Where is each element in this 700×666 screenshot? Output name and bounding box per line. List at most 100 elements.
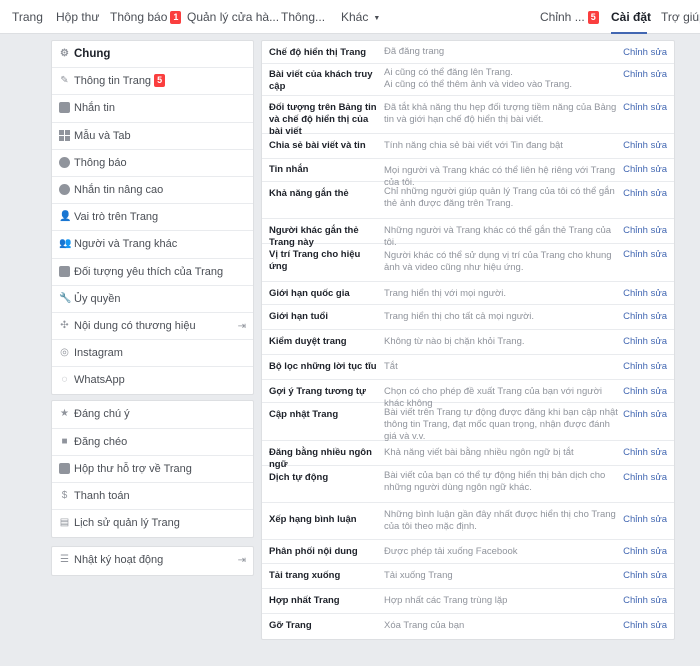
setting-value: Trang hiển thị với mọi người.: [384, 288, 506, 299]
setting-name: Cập nhật Trang: [269, 409, 339, 420]
nav-tab-settings-label: Cài đặt: [611, 10, 652, 24]
setting-name: Chế độ hiển thị Trang: [269, 47, 367, 58]
edit-link[interactable]: Chỉnh sửa: [623, 472, 667, 484]
settings-row[interactable]: Bộ lọc những lời tục tĩu Tắt Chỉnh sửa: [262, 355, 674, 380]
edit-link[interactable]: Chỉnh sửa: [623, 188, 667, 200]
settings-row[interactable]: Kiểm duyệt trang Không từ nào bị chặn khỏ…: [262, 330, 674, 355]
settings-row[interactable]: Chế độ hiển thị Trang Đã đăng trang Chỉnh …: [262, 41, 674, 64]
edit-link[interactable]: Chỉnh sửa: [623, 546, 667, 558]
nav-tab-notifications-label: Thông báo: [110, 10, 168, 24]
whatsapp-icon: ◌: [61, 374, 68, 386]
audience-icon: [59, 265, 70, 277]
sidebar-item-label: Người và Trang khác: [74, 238, 178, 251]
pencil-icon: ✎: [60, 75, 69, 87]
sidebar-item-branded-content[interactable]: ✣ Nội dung có thương hiệu ⇥: [52, 313, 253, 341]
setting-value: Hợp nhất các Trang trùng lặp: [384, 595, 508, 606]
edit-link[interactable]: Chỉnh sửa: [623, 361, 667, 373]
list-icon: ☰: [60, 554, 69, 566]
instagram-icon: ◎: [60, 347, 69, 359]
sidebar-item-general[interactable]: ⚙ Chung: [52, 41, 253, 69]
globe-icon: [59, 156, 70, 168]
sidebar-item-page-info[interactable]: ✎ Thông tin Trang 5: [52, 68, 253, 96]
edit-link[interactable]: Chỉnh sửa: [623, 225, 667, 237]
edit-link[interactable]: Chỉnh sửa: [623, 47, 667, 59]
nav-tab-help[interactable]: Trợ giúp: [661, 0, 700, 34]
nav-tab-shop[interactable]: Quản lý cửa hà...: [187, 0, 279, 34]
messenger-icon: [59, 183, 70, 195]
setting-name: Chia sẻ bài viết và tin: [269, 140, 366, 151]
settings-row[interactable]: Đăng bằng nhiều ngôn ngữ Khả năng viết bà…: [262, 441, 674, 470]
setting-name: Gỡ Trang: [269, 620, 312, 631]
sidebar-item-templates-tabs[interactable]: Mẫu và Tab: [52, 123, 253, 150]
edit-link[interactable]: Chỉnh sửa: [623, 102, 667, 114]
edit-link[interactable]: Chỉnh sửa: [623, 386, 667, 398]
sidebar-item-authorizations[interactable]: 🔧 Ủy quyền: [52, 286, 253, 313]
setting-name: Phân phối nội dung: [269, 546, 358, 557]
settings-row[interactable]: Tải trang xuống Tải xuống Trang Chỉnh sửa: [262, 564, 674, 589]
settings-row[interactable]: Tin nhắn Mọi người và Trang khác có thể l…: [262, 159, 674, 188]
edit-link[interactable]: Chỉnh sửa: [623, 336, 667, 348]
sidebar-item-payments[interactable]: $ Thanh toán: [52, 483, 253, 511]
settings-row[interactable]: Xếp hạng bình luận Những bình luận gần đâ…: [262, 503, 674, 540]
sidebar-item-label: Lịch sử quản lý Trang: [74, 517, 180, 530]
edit-link[interactable]: Chỉnh sửa: [623, 514, 667, 526]
nav-tab-settings[interactable]: Cài đặt: [611, 0, 651, 34]
settings-row[interactable]: Hợp nhất Trang Hợp nhất các Trang trùng l…: [262, 589, 674, 614]
sidebar-item-crossposting[interactable]: ■ Đăng chéo: [52, 429, 253, 456]
setting-value: Đã đăng trang: [384, 46, 445, 57]
settings-row[interactable]: Khả năng gắn thẻ Chỉ những người giúp quả…: [262, 182, 674, 219]
setting-value: Chỉ những người giúp quản lý Trang của t…: [384, 186, 615, 209]
settings-row[interactable]: Dịch tự động Bài viết của bạn có thể tự đ…: [262, 466, 674, 503]
edit-link[interactable]: Chỉnh sửa: [623, 409, 667, 421]
people-icon: 👥: [59, 238, 72, 250]
nav-tab-more[interactable]: Khác ▼: [341, 0, 380, 34]
nav-tab-page[interactable]: Trang: [12, 0, 43, 34]
nav-tab-notifications[interactable]: Thông báo 1: [110, 0, 182, 34]
sidebar-item-featured[interactable]: ★ Đáng chú ý: [52, 401, 253, 429]
sidebar-item-people-other-pages[interactable]: 👥 Người và Trang khác: [52, 231, 253, 259]
sidebar-item-label: Instagram: [74, 347, 123, 360]
edit-link[interactable]: Chỉnh sửa: [623, 249, 667, 261]
sidebar-item-instagram[interactable]: ◎ Instagram: [52, 340, 253, 368]
sidebar-item-notifications[interactable]: Thông báo: [52, 150, 253, 177]
settings-row[interactable]: Gỡ Trang Xóa Trang của bạn Chỉnh sửa: [262, 614, 674, 639]
nav-tab-inbox[interactable]: Hộp thư: [56, 0, 99, 34]
edit-link[interactable]: Chỉnh sửa: [623, 69, 667, 81]
settings-row[interactable]: Phân phối nội dung Được phép tải xuống Fa…: [262, 540, 674, 564]
wrench-icon: 🔧: [59, 292, 72, 304]
sidebar-item-page-roles[interactable]: 👤 Vai trò trên Trang: [52, 204, 253, 232]
settings-row[interactable]: Đối tượng trên Bảng tin và chế độ hiển t…: [262, 96, 674, 137]
edit-link[interactable]: Chỉnh sửa: [623, 311, 667, 323]
edit-link[interactable]: Chỉnh sửa: [623, 164, 667, 176]
edit-link[interactable]: Chỉnh sửa: [623, 595, 667, 607]
sidebar-item-messaging[interactable]: Nhắn tin: [52, 95, 253, 123]
edit-link[interactable]: Chỉnh sửa: [623, 288, 667, 300]
edit-link[interactable]: Chỉnh sửa: [623, 447, 667, 459]
sidebar-item-whatsapp[interactable]: ◌ WhatsApp: [52, 367, 253, 394]
edit-link[interactable]: Chỉnh sửa: [623, 620, 667, 632]
sidebar-item-advanced-messaging[interactable]: Nhắn tin nâng cao: [52, 177, 253, 205]
setting-name: Khả năng gắn thẻ: [269, 188, 349, 199]
settings-row[interactable]: Gợi ý Trang tương tự Chọn có cho phép đề …: [262, 380, 674, 409]
nav-tab-insights[interactable]: Thông...: [281, 0, 325, 34]
nav-tab-edit-page-info[interactable]: Chỉnh ... 5: [540, 0, 599, 34]
edit-link[interactable]: Chỉnh sửa: [623, 570, 667, 582]
sidebar-item-label: Nhắn tin: [74, 102, 115, 115]
sidebar-item-activity-log[interactable]: ☰ Nhật ký hoạt động ⇥: [52, 547, 253, 574]
sidebar-item-management-history[interactable]: ▤ Lịch sử quản lý Trang: [52, 510, 253, 537]
settings-row[interactable]: Giới hạn tuổi Trang hiển thị cho tất cả m…: [262, 305, 674, 330]
settings-row[interactable]: Giới hạn quốc gia Trang hiển thị với mọi …: [262, 282, 674, 305]
setting-value: Đã tắt khả năng thu hẹp đối tượng tiềm n…: [384, 102, 617, 125]
settings-row[interactable]: Bài viết của khách truy cập Ai cũng có th…: [262, 64, 674, 96]
nav-tab-shop-label: Quản lý cửa hà...: [187, 10, 280, 24]
edit-link[interactable]: Chỉnh sửa: [623, 140, 667, 152]
settings-row[interactable]: Người khác gắn thẻ Trang này Những người …: [262, 219, 674, 248]
settings-row[interactable]: Vị trí Trang cho hiệu ứng Người khác có t…: [262, 244, 674, 282]
gear-icon: ⚙: [60, 48, 69, 59]
sidebar-item-preferred-audience[interactable]: Đối tượng yêu thích của Trang: [52, 259, 253, 286]
setting-value: Bài viết của bạn có thể tự động hiển thị…: [384, 470, 606, 493]
sidebar-item-support-inbox[interactable]: Hộp thư hỗ trợ về Trang: [52, 456, 253, 483]
settings-row[interactable]: Chia sẻ bài viết và tin Tính năng chia sẻ…: [262, 134, 674, 159]
sidebar-group-activity: ☰ Nhật ký hoạt động ⇥: [51, 546, 254, 576]
settings-row[interactable]: Cập nhật Trang Bài viết trên Trang tự độn…: [262, 403, 674, 442]
